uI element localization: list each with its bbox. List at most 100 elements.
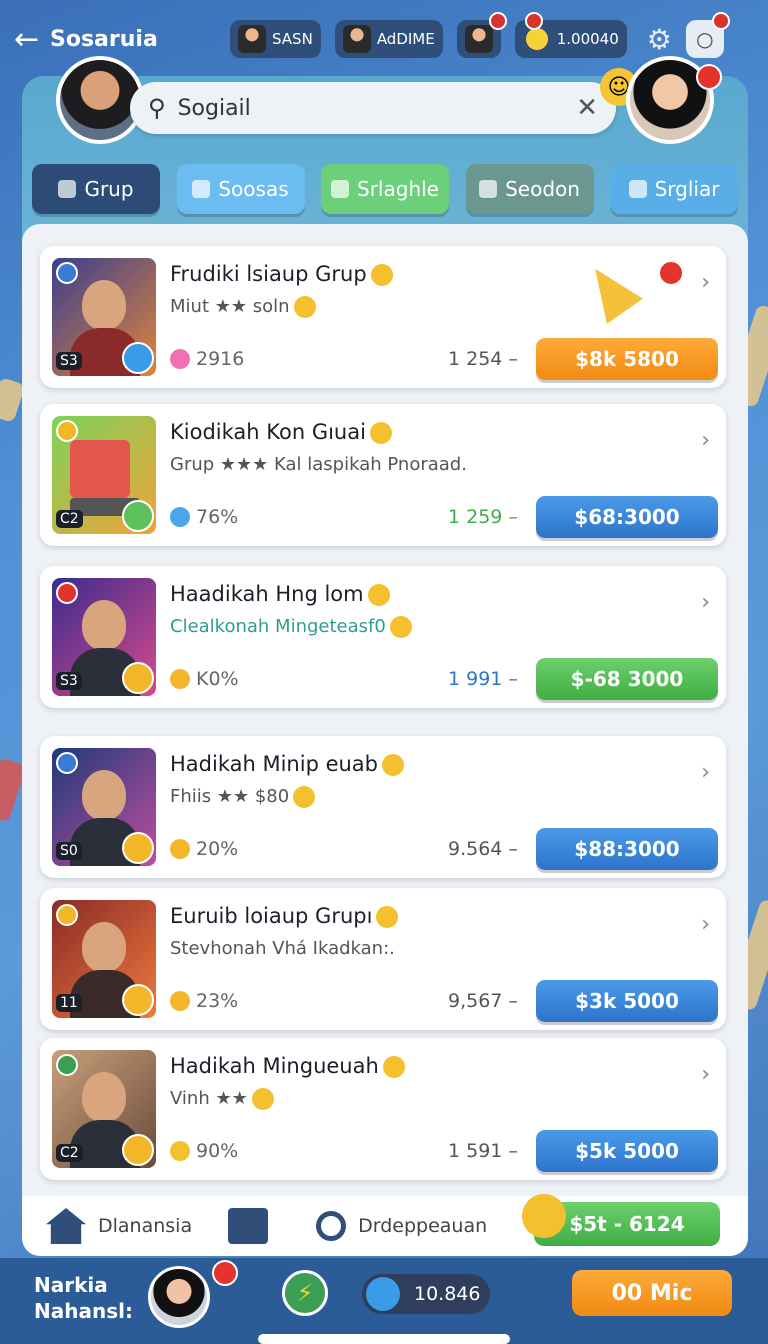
card-stat: 20%: [170, 838, 238, 860]
smiley-icon: [251, 1088, 274, 1110]
card-subtitle: Grup ★★★ Kal laspikah Pnoraad.: [170, 454, 467, 475]
price-button[interactable]: $8k 5800: [536, 338, 718, 380]
card-title-text: Frudiki lsiaup Grup: [170, 262, 367, 286]
stat-value: 23%: [196, 990, 239, 1012]
search-icon: ⚲: [148, 94, 166, 122]
price-button[interactable]: $68:3000: [536, 496, 718, 538]
list-item[interactable]: S0 Hadikah Minip euab Fhiis ★★ $80 20% 9…: [40, 736, 726, 878]
card-subtitle-text: Clealkonah Mingeteasf0: [170, 616, 386, 637]
tab-label: Grup: [84, 177, 134, 201]
twitter-icon: [122, 342, 154, 374]
card-stat: 76%: [170, 506, 238, 528]
home-indicator: [258, 1334, 510, 1344]
price-button[interactable]: $5k 5000: [536, 1130, 718, 1172]
tab-seodon[interactable]: Seodon: [465, 164, 594, 214]
bolt-icon[interactable]: ⚡: [282, 1270, 328, 1316]
card-subtitle-text: Vinh ★★: [170, 1088, 248, 1109]
card-count: 1 259 –: [448, 506, 518, 528]
chevron-right-icon[interactable]: ›: [701, 428, 710, 453]
price-button[interactable]: $-68 3000: [536, 658, 718, 700]
followers-count[interactable]: 10.846: [362, 1274, 490, 1314]
tab-label: Soosas: [218, 177, 289, 201]
coin-icon: [122, 1134, 154, 1166]
group-thumbnail: S3: [52, 258, 156, 376]
chevron-right-icon[interactable]: ›: [701, 760, 710, 785]
profile-name-line: Nahansl:: [34, 1299, 133, 1323]
list-item[interactable]: C2 Hadikah Minguеuah Vinh ★★ 90% 1 591 –…: [40, 1038, 726, 1180]
list-item[interactable]: S3 Haadikah Hng lom Clealkonah Mingeteas…: [40, 566, 726, 708]
chip-user-3[interactable]: [456, 12, 507, 58]
profile-name-line: Narkia: [34, 1273, 108, 1297]
nav-wallet[interactable]: [228, 1208, 280, 1244]
price-button[interactable]: $88:3000: [536, 828, 718, 870]
search-bar: ⚲ ✕: [130, 82, 616, 134]
list-item[interactable]: S3 Frudiki lsiaup Grup Miut ★★ soln 2916…: [40, 246, 726, 388]
coin-icon: [122, 662, 154, 694]
close-icon[interactable]: ✕: [576, 93, 598, 123]
notification-badge: [696, 64, 722, 90]
badge-icon: [56, 582, 78, 604]
followers-value: 10.846: [414, 1283, 481, 1305]
list-item[interactable]: C2 Kiodikah Kon Gıuai Grup ★★★ Kal laspi…: [40, 404, 726, 546]
search-input[interactable]: [177, 95, 577, 121]
profile-footer: Narkia Nahansl: ⚡ 10.846 00 Mic: [0, 1258, 768, 1344]
coin-amount: 1.00040: [556, 30, 619, 48]
gear-icon[interactable]: ⚙: [647, 23, 672, 56]
tab-icon: [479, 180, 498, 198]
laptop-image: [70, 440, 130, 498]
card-title-text: Hadikah Minguеuah: [170, 1054, 379, 1078]
level-badge: S0: [56, 842, 82, 860]
card-title: Kiodikah Kon Gıuai: [170, 420, 392, 444]
list-item[interactable]: 11 Euruib loiaup Grupı Stevhonah Vhá Ika…: [40, 888, 726, 1030]
card-title-text: Kiodikah Kon Gıuai: [170, 420, 366, 444]
chip-user-1[interactable]: SASN: [230, 20, 321, 58]
card-subtitle-text: Fhiis ★★ $80: [170, 786, 290, 807]
nav-search[interactable]: Drdeppeauan: [316, 1211, 487, 1241]
heart-icon: [170, 349, 190, 369]
chevron-right-icon[interactable]: ›: [701, 590, 710, 615]
card-stat: 23%: [170, 990, 238, 1012]
tab-srgliar[interactable]: Srgliar: [610, 164, 738, 214]
stat-value: 90%: [196, 1140, 239, 1162]
coin-balance[interactable]: 1.00040: [514, 12, 627, 58]
stat-value: 2916: [196, 348, 245, 370]
category-tabs: Grup Soosas Srlaghle Seodon Srgliar: [32, 164, 738, 214]
card-count: 1 991 –: [448, 668, 518, 690]
tab-grup[interactable]: Grup: [32, 164, 160, 214]
card-title-text: Euruib loiaup Grupı: [170, 904, 373, 928]
wallet-icon: [228, 1208, 269, 1244]
group-thumbnail: C2: [52, 416, 156, 534]
arrow-icon: [577, 256, 643, 324]
bottom-nav: Dlanansia Drdeppeauan $5t - 6124: [22, 1194, 748, 1256]
smiley-icon: [522, 1194, 566, 1238]
stat-value: K0%: [196, 668, 239, 690]
smiley-icon: [382, 1056, 405, 1078]
chevron-right-icon[interactable]: ›: [701, 270, 710, 295]
level-badge: C2: [56, 510, 83, 528]
person-face: [82, 600, 126, 650]
card-count: 1 254 –: [448, 348, 518, 370]
star-icon: [170, 991, 190, 1011]
tab-srlaghle[interactable]: Srlaghle: [321, 164, 449, 214]
tab-icon: [331, 180, 350, 198]
nav-home[interactable]: Dlanansia: [46, 1208, 192, 1244]
chevron-right-icon[interactable]: ›: [701, 912, 710, 937]
person-face: [82, 1072, 126, 1122]
card-subtitle: Miut ★★ soln: [170, 296, 316, 318]
tab-label: Srlaghle: [357, 177, 439, 201]
group-thumbnail: S3: [52, 578, 156, 696]
badge-icon: [56, 752, 78, 774]
tab-soosas[interactable]: Soosas: [176, 164, 305, 214]
avatar[interactable]: [148, 1266, 210, 1328]
app-title: Sosaruia: [50, 26, 158, 52]
back-arrow-icon[interactable]: ←: [14, 22, 50, 57]
badge-icon: [56, 904, 78, 926]
price-button[interactable]: $3k 5000: [536, 980, 718, 1022]
chip-user-2[interactable]: AdDIME: [334, 20, 443, 58]
level-badge: C2: [56, 1144, 83, 1162]
star-icon: [170, 839, 190, 859]
mic-button[interactable]: 00 Mic: [572, 1270, 732, 1316]
notification-button[interactable]: ○: [685, 12, 730, 58]
avatar: [238, 25, 266, 53]
chevron-right-icon[interactable]: ›: [701, 1062, 710, 1087]
